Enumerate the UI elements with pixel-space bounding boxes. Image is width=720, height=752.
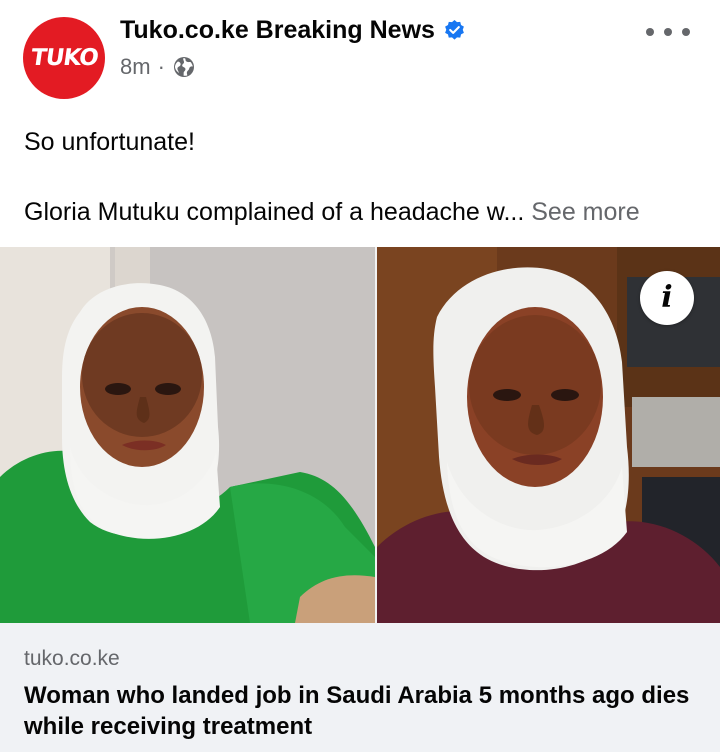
more-dot — [646, 28, 654, 36]
verified-badge-icon — [443, 19, 466, 42]
more-options-icon[interactable] — [646, 18, 690, 46]
link-preview-image[interactable]: i — [0, 247, 720, 623]
meta-separator: · — [157, 54, 165, 79]
globe-icon[interactable] — [172, 55, 196, 79]
see-more-link[interactable]: See more — [531, 198, 639, 226]
page-name-link[interactable]: Tuko.co.ke Breaking News — [120, 16, 466, 45]
post-text-line: Gloria Mutuku complained of a headache w… — [24, 198, 640, 227]
post-header: TUKO Tuko.co.ke Breaking News 8m · — [0, 0, 720, 110]
page-avatar[interactable]: TUKO — [23, 17, 105, 99]
more-dot — [664, 28, 672, 36]
info-button[interactable]: i — [640, 271, 694, 325]
post-meta: 8m · — [120, 54, 196, 80]
link-domain: tuko.co.ke — [24, 647, 120, 670]
avatar-logo-text: TUKO — [28, 45, 100, 71]
post-text-truncated: Gloria Mutuku complained of a headache w… — [24, 198, 525, 226]
link-preview-card[interactable]: i tuko.co.ke Woman who landed job in Sau… — [0, 247, 720, 752]
info-icon: i — [661, 280, 673, 315]
photo-woman-green-shirt — [0, 247, 375, 623]
link-title[interactable]: Woman who landed job in Saudi Arabia 5 m… — [24, 680, 714, 742]
post-text-line: So unfortunate! — [24, 128, 195, 156]
post-timestamp[interactable]: 8m — [120, 54, 151, 80]
more-dot — [682, 28, 690, 36]
link-preview-footer[interactable]: tuko.co.ke Woman who landed job in Saudi… — [0, 623, 720, 752]
page-name: Tuko.co.ke Breaking News — [120, 16, 435, 44]
